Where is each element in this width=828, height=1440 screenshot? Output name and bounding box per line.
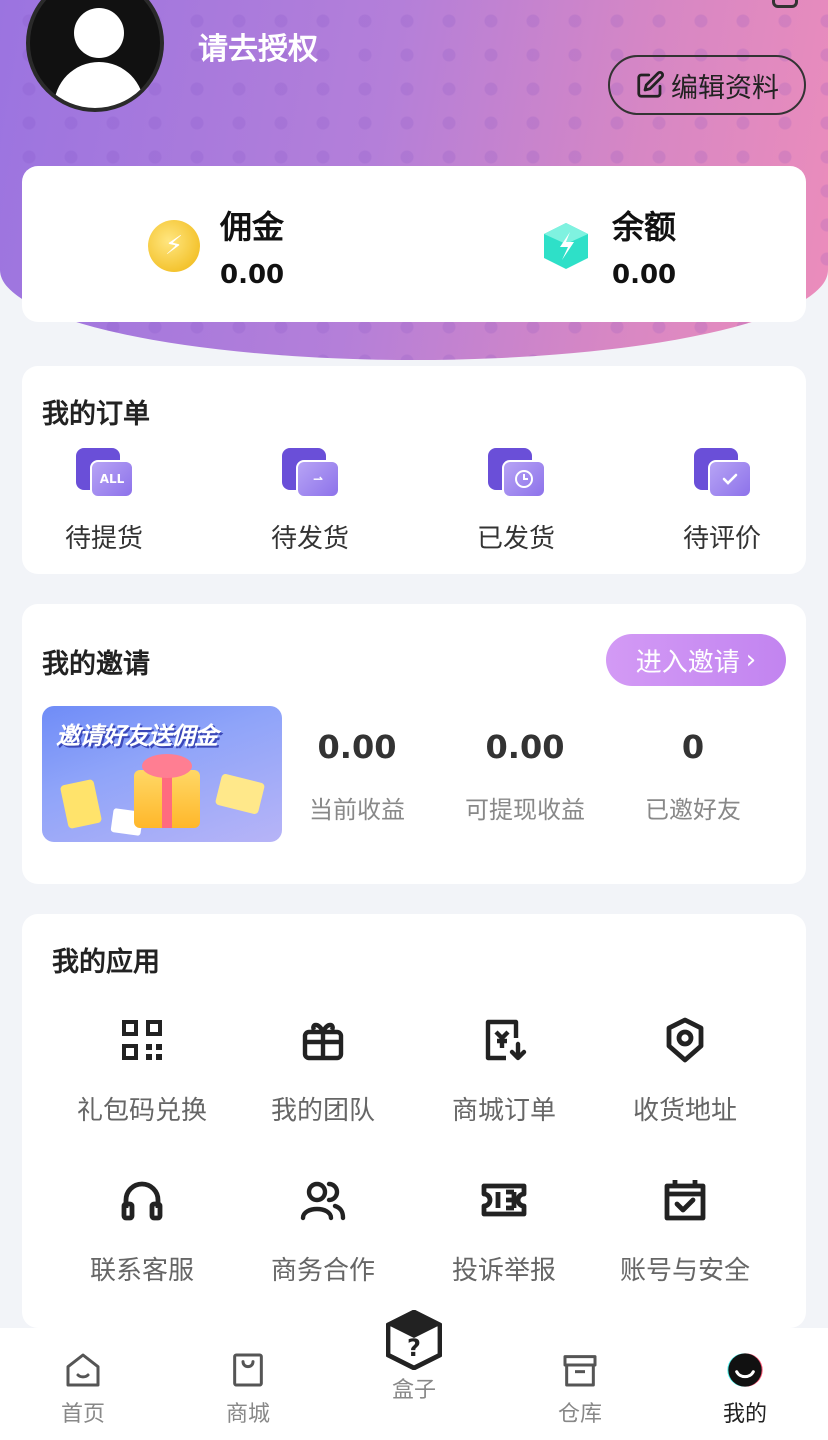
warehouse-icon: [563, 1355, 597, 1387]
invited-friends-value: 0: [681, 728, 705, 766]
balance-item[interactable]: 余额 0.00: [540, 202, 676, 290]
invite-title: 我的邀请: [42, 649, 150, 680]
tab-box[interactable]: ? 盒子: [362, 1310, 466, 1404]
app-label: 账号与安全: [619, 1256, 750, 1286]
banner-title: 邀请好友送佣金: [56, 722, 218, 750]
app-mall-orders[interactable]: 商城订单: [414, 1016, 594, 1127]
order-shipped[interactable]: 已发货: [456, 448, 576, 555]
balance-label: 余额: [612, 208, 677, 246]
enter-invite-button[interactable]: 进入邀请 ›: [606, 634, 786, 686]
my-invite-card: 我的邀请 进入邀请 › 邀请好友送佣金 0.00 当前收益 0.00 可提现收益…: [22, 604, 806, 884]
tab-label: 盒子: [391, 1378, 436, 1403]
tab-mall[interactable]: 商城: [198, 1350, 298, 1428]
order-invoice-icon: [485, 1019, 527, 1061]
gem-icon: [540, 220, 592, 272]
location-pin-icon: [666, 1017, 704, 1063]
app-customer-service[interactable]: 联系客服: [52, 1176, 232, 1287]
tab-label: 商城: [225, 1402, 270, 1427]
app-my-team[interactable]: 我的团队: [233, 1016, 413, 1127]
order-pending-shipment[interactable]: ⇀ 待发货: [250, 448, 370, 555]
invited-friends: 0 已邀好友: [618, 728, 768, 825]
gift-box-illustration: [134, 770, 200, 828]
profile-face-icon: [727, 1353, 763, 1387]
enter-invite-label: 进入邀请: [635, 647, 740, 678]
current-earnings-label: 当前收益: [309, 796, 405, 824]
bottom-tab-bar: 首页 商城 ? 盒子 仓库 我的: [0, 1310, 828, 1440]
app-label: 商务合作: [270, 1256, 375, 1286]
commission-value: 0.00: [220, 260, 285, 290]
app-label: 我的团队: [270, 1096, 375, 1126]
order-label: 待评价: [682, 524, 761, 554]
app-shipping-address[interactable]: 收货地址: [595, 1016, 775, 1127]
tab-warehouse[interactable]: 仓库: [530, 1350, 630, 1428]
edit-profile-label: 编辑资料: [671, 72, 779, 104]
tab-label: 我的: [722, 1402, 767, 1427]
clock-icon: [488, 448, 546, 500]
edit-profile-button[interactable]: 编辑资料: [608, 55, 806, 115]
mystery-box-icon: ?: [386, 1310, 442, 1370]
app-account-security[interactable]: 账号与安全: [595, 1176, 775, 1287]
edit-icon: [637, 70, 665, 98]
app-gift-code-redeem[interactable]: 礼包码兑换: [52, 1016, 232, 1127]
users-icon: [300, 1181, 346, 1221]
invited-friends-label: 已邀好友: [645, 796, 741, 824]
current-earnings: 0.00 当前收益: [282, 728, 432, 825]
withdrawable-earnings: 0.00 可提现收益: [450, 728, 600, 825]
apps-title: 我的应用: [52, 947, 160, 978]
order-label: 已发货: [476, 524, 555, 554]
order-label: 待提货: [64, 524, 143, 554]
app-label: 投诉举报: [451, 1256, 556, 1286]
app-business-cooperation[interactable]: 商务合作: [233, 1176, 413, 1287]
tab-label: 仓库: [557, 1402, 602, 1427]
authorize-link[interactable]: 请去授权: [198, 24, 318, 68]
tab-home[interactable]: 首页: [33, 1350, 133, 1428]
app-label: 礼包码兑换: [76, 1096, 207, 1126]
my-orders-card: 我的订单 ALL 待提货 ⇀ 待发货 已发货 待评价: [22, 366, 806, 574]
check-icon: [694, 448, 752, 500]
commission-item[interactable]: ⚡ 佣金 0.00: [148, 202, 284, 290]
withdrawable-earnings-value: 0.00: [485, 728, 565, 766]
current-earnings-value: 0.00: [317, 728, 397, 766]
app-label: 联系客服: [89, 1256, 194, 1286]
qr-code-icon: [122, 1020, 162, 1060]
tab-label: 首页: [60, 1402, 105, 1427]
shopping-bag-icon: [233, 1353, 263, 1387]
svg-text:?: ?: [407, 1334, 421, 1362]
tab-mine[interactable]: 我的: [695, 1350, 795, 1428]
headset-icon: [121, 1181, 163, 1221]
home-icon: [66, 1353, 100, 1387]
all-orders-icon: ALL: [76, 448, 134, 500]
order-label: 待发货: [270, 524, 349, 554]
commission-label: 佣金: [220, 208, 285, 246]
wallet-card: ⚡ 佣金 0.00 余额 0.00: [22, 166, 806, 322]
orders-title: 我的订单: [42, 399, 150, 430]
withdrawable-earnings-label: 可提现收益: [465, 796, 585, 824]
calendar-check-icon: [664, 1180, 706, 1221]
balance-value: 0.00: [612, 260, 677, 290]
settings-icon[interactable]: [772, 0, 798, 8]
my-apps-card: 我的应用 礼包码兑换 我的团队 商城订单 收货地址 联系客服 商务合作 投诉举报…: [22, 914, 806, 1328]
chevron-right-icon: ›: [745, 645, 757, 675]
app-label: 收货地址: [632, 1096, 737, 1126]
order-pending-review[interactable]: 待评价: [662, 448, 782, 555]
app-label: 商城订单: [451, 1096, 556, 1126]
invite-banner[interactable]: 邀请好友送佣金: [42, 706, 282, 842]
app-complaint-report[interactable]: 投诉举报: [414, 1176, 594, 1287]
order-pending-pickup[interactable]: ALL 待提货: [44, 448, 164, 555]
shipping-icon: ⇀: [282, 448, 340, 500]
ticket-icon: [481, 1183, 527, 1217]
coin-icon: ⚡: [148, 220, 200, 272]
gift-icon: [302, 1022, 344, 1061]
